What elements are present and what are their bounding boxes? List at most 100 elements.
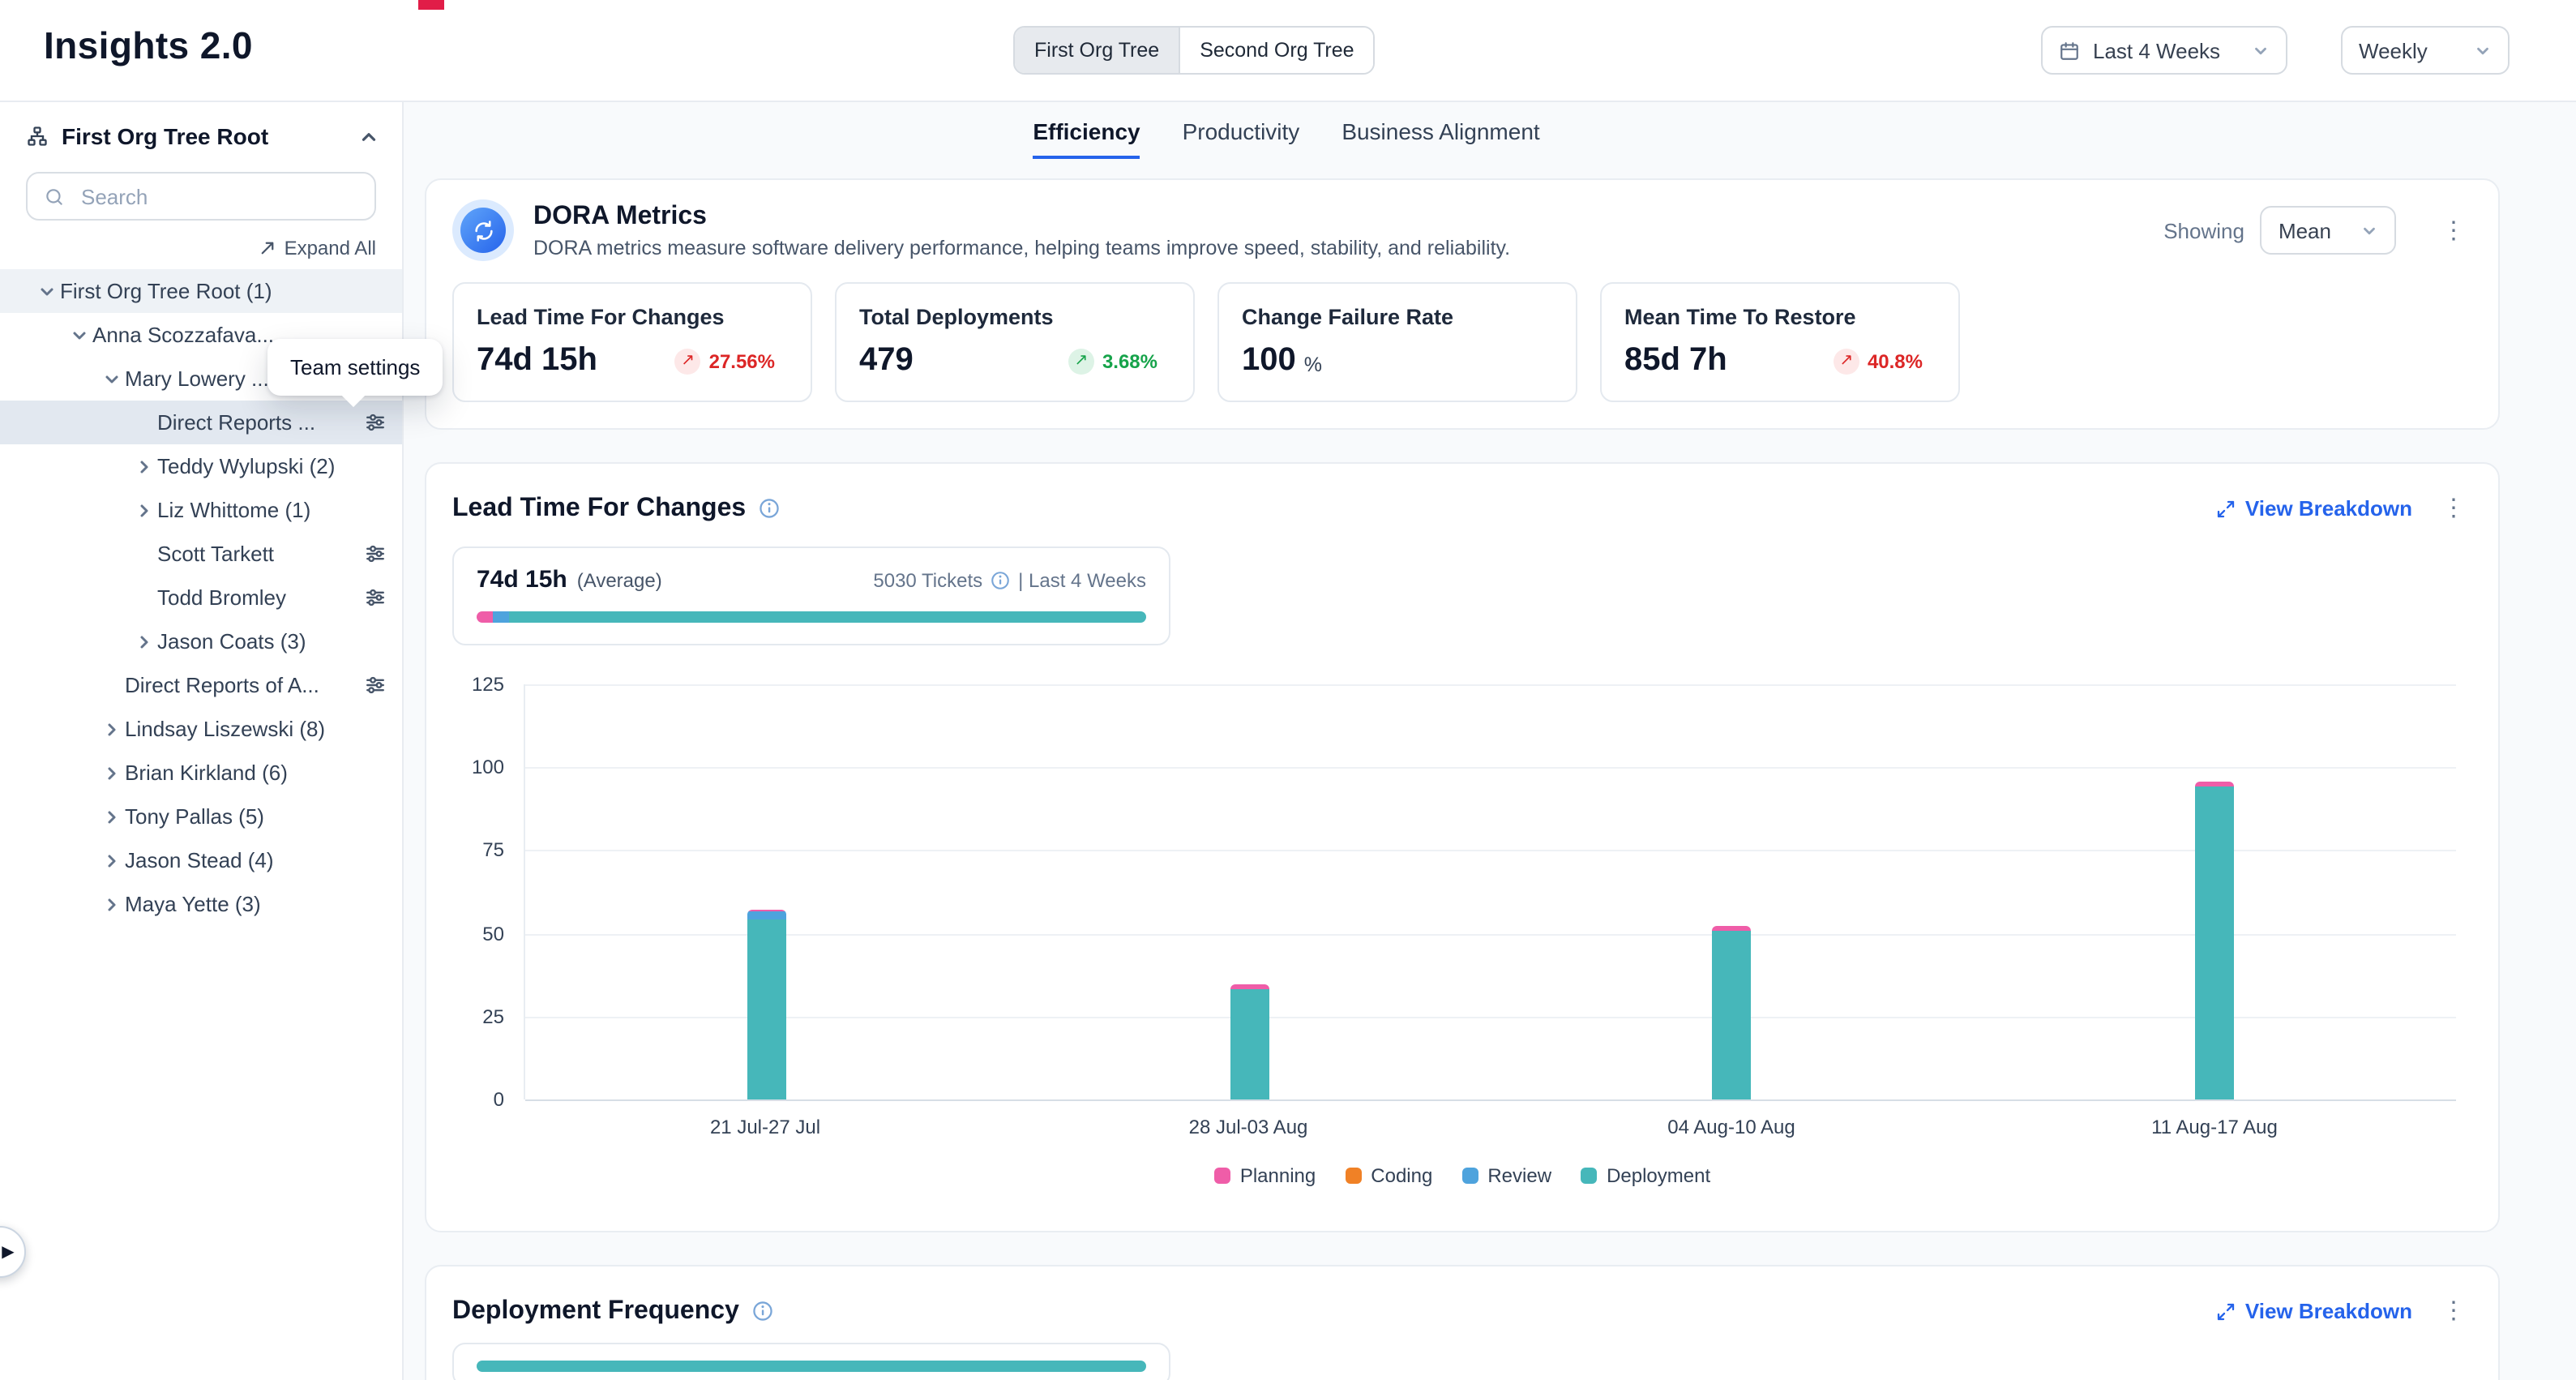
tree-item[interactable]: Scott Tarkett bbox=[0, 532, 402, 576]
chart-plot bbox=[524, 684, 2456, 1099]
chart-bar-2[interactable] bbox=[1230, 984, 1269, 1099]
chevron-right-icon[interactable] bbox=[97, 847, 125, 873]
tree-item[interactable]: Lindsay Liszewski (8) bbox=[0, 707, 402, 751]
legend-label: Deployment bbox=[1607, 1164, 1710, 1187]
breakdown-expand-icon bbox=[2216, 1301, 2236, 1321]
info-icon[interactable] bbox=[759, 498, 780, 519]
red-marker bbox=[418, 0, 444, 10]
calendar-icon bbox=[2059, 40, 2080, 61]
chevron-right-icon[interactable] bbox=[130, 453, 157, 479]
chevron-spacer bbox=[97, 672, 125, 698]
team-settings-icon[interactable] bbox=[365, 675, 386, 696]
tree-item[interactable]: Maya Yette (3) bbox=[0, 882, 402, 926]
tree-item[interactable]: Direct Reports of A... bbox=[0, 663, 402, 707]
gridline bbox=[525, 767, 2456, 769]
showing-select[interactable]: Mean bbox=[2261, 206, 2396, 255]
tree-item[interactable]: Teddy Wylupski (2) bbox=[0, 444, 402, 488]
tree-item[interactable]: Jason Stead (4) bbox=[0, 838, 402, 882]
lead-time-kebab-menu[interactable]: ⋮ bbox=[2435, 490, 2472, 527]
chart-bar-4[interactable] bbox=[2195, 782, 2234, 1099]
lead-time-stacked-bar bbox=[477, 611, 1146, 623]
bar-segment-deployment bbox=[1230, 990, 1269, 1099]
granularity-value: Weekly bbox=[2359, 38, 2428, 62]
team-settings-icon[interactable] bbox=[365, 412, 386, 433]
chevron-right-icon[interactable] bbox=[130, 628, 157, 654]
chevron-right-icon[interactable] bbox=[130, 497, 157, 523]
toggle-second-org-tree[interactable]: Second Org Tree bbox=[1179, 28, 1373, 73]
top-bar: Insights 2.0 First Org Tree Second Org T… bbox=[0, 0, 2576, 102]
dora-header: DORA Metrics DORA metrics measure softwa… bbox=[452, 199, 2472, 261]
tab-productivity[interactable]: Productivity bbox=[1183, 118, 1300, 159]
lead-time-view-breakdown[interactable]: View Breakdown bbox=[2216, 496, 2412, 521]
showing-label: Showing bbox=[2163, 218, 2244, 242]
chevron-down-icon[interactable] bbox=[97, 366, 125, 392]
breakdown-expand-icon bbox=[2216, 499, 2236, 518]
trend-badge: ↗27.56% bbox=[675, 348, 788, 374]
deployment-title: Deployment Frequency bbox=[452, 1296, 739, 1326]
tree-item[interactable]: Todd Bromley bbox=[0, 576, 402, 619]
tab-efficiency[interactable]: Efficiency bbox=[1033, 118, 1140, 159]
legend-label: Review bbox=[1487, 1164, 1551, 1187]
tree-item-label: Tony Pallas (5) bbox=[125, 804, 386, 829]
deployment-kebab-menu[interactable]: ⋮ bbox=[2435, 1292, 2472, 1330]
team-settings-icon[interactable] bbox=[365, 587, 386, 608]
legend-item-deployment[interactable]: Deployment bbox=[1581, 1164, 1710, 1187]
tree-item[interactable]: Brian Kirkland (6) bbox=[0, 751, 402, 795]
expand-all-label: Expand All bbox=[285, 237, 376, 259]
legend-item-planning[interactable]: Planning bbox=[1214, 1164, 1316, 1187]
legend-item-coding[interactable]: Coding bbox=[1345, 1164, 1432, 1187]
dora-cards: Lead Time For Changes74d 15h↗27.56%Total… bbox=[452, 282, 2472, 402]
chevron-right-icon[interactable] bbox=[97, 716, 125, 742]
chevron-right-icon[interactable] bbox=[97, 804, 125, 829]
search-input[interactable] bbox=[78, 182, 358, 210]
info-icon[interactable] bbox=[752, 1301, 773, 1322]
expand-all-button[interactable]: Expand All bbox=[0, 221, 402, 269]
legend-swatch bbox=[1214, 1168, 1230, 1184]
dora-kebab-menu[interactable]: ⋮ bbox=[2435, 212, 2472, 249]
tree-item[interactable]: Direct Reports ... bbox=[0, 401, 402, 444]
lead-time-section: Lead Time For Changes View Breakdown ⋮ bbox=[425, 462, 2500, 1232]
tree-item-label: Brian Kirkland (6) bbox=[125, 761, 386, 785]
legend-item-review[interactable]: Review bbox=[1461, 1164, 1551, 1187]
app-root: Insights 2.0 First Org Tree Second Org T… bbox=[0, 0, 2576, 1380]
dora-title: DORA Metrics bbox=[533, 202, 2144, 231]
toggle-first-org-tree[interactable]: First Org Tree bbox=[1015, 28, 1179, 73]
chevron-down-icon[interactable] bbox=[65, 322, 92, 348]
tree-item[interactable]: Jason Coats (3) bbox=[0, 619, 402, 663]
tree-item-label: Maya Yette (3) bbox=[125, 892, 386, 916]
tree-item-label: Jason Stead (4) bbox=[125, 848, 386, 872]
legend-swatch bbox=[1581, 1168, 1597, 1184]
sidebar-search[interactable] bbox=[26, 172, 376, 221]
tooltip-text: Team settings bbox=[290, 355, 420, 379]
sidebar: First Org Tree Root Expand All First Org… bbox=[0, 101, 404, 1380]
gridline bbox=[525, 1099, 2456, 1101]
y-tick-label: 0 bbox=[494, 1088, 504, 1111]
app-title: Insights 2.0 bbox=[44, 24, 253, 68]
tree-item[interactable]: Liz Whittome (1) bbox=[0, 488, 402, 532]
team-settings-icon[interactable] bbox=[365, 543, 386, 564]
bar-segment-deployment bbox=[1713, 930, 1752, 1099]
trend-badge: ↗40.8% bbox=[1834, 348, 1936, 374]
deployment-view-breakdown[interactable]: View Breakdown bbox=[2216, 1299, 2412, 1323]
tree-item[interactable]: Tony Pallas (5) bbox=[0, 795, 402, 838]
metric-card: Change Failure Rate100% bbox=[1217, 282, 1577, 402]
view-breakdown-label: View Breakdown bbox=[2245, 496, 2412, 521]
chevron-spacer bbox=[130, 409, 157, 435]
tree-item[interactable]: First Org Tree Root (1) bbox=[0, 269, 402, 313]
tab-business-alignment[interactable]: Business Alignment bbox=[1341, 118, 1539, 159]
date-range-select[interactable]: Last 4 Weeks bbox=[2041, 26, 2287, 75]
trend-badge: ↗3.68% bbox=[1068, 348, 1170, 374]
info-icon[interactable] bbox=[991, 570, 1010, 589]
chevron-right-icon[interactable] bbox=[97, 891, 125, 917]
team-settings-tooltip: Team settings bbox=[267, 339, 443, 396]
metric-card-value: 85d 7h bbox=[1624, 342, 1727, 379]
main-content: Efficiency Productivity Business Alignme… bbox=[402, 101, 2576, 1380]
chevron-down-icon[interactable] bbox=[32, 278, 60, 304]
chevron-right-icon[interactable] bbox=[97, 760, 125, 786]
chart-bar-1[interactable] bbox=[747, 909, 786, 1099]
collapse-chevron-up-icon[interactable] bbox=[358, 126, 379, 147]
chart-bar-3[interactable] bbox=[1713, 926, 1752, 1099]
granularity-select[interactable]: Weekly bbox=[2341, 26, 2510, 75]
metric-card-title: Total Deployments bbox=[859, 305, 1170, 329]
chart-legend: Planning Coding Review Deployment bbox=[452, 1164, 2472, 1187]
